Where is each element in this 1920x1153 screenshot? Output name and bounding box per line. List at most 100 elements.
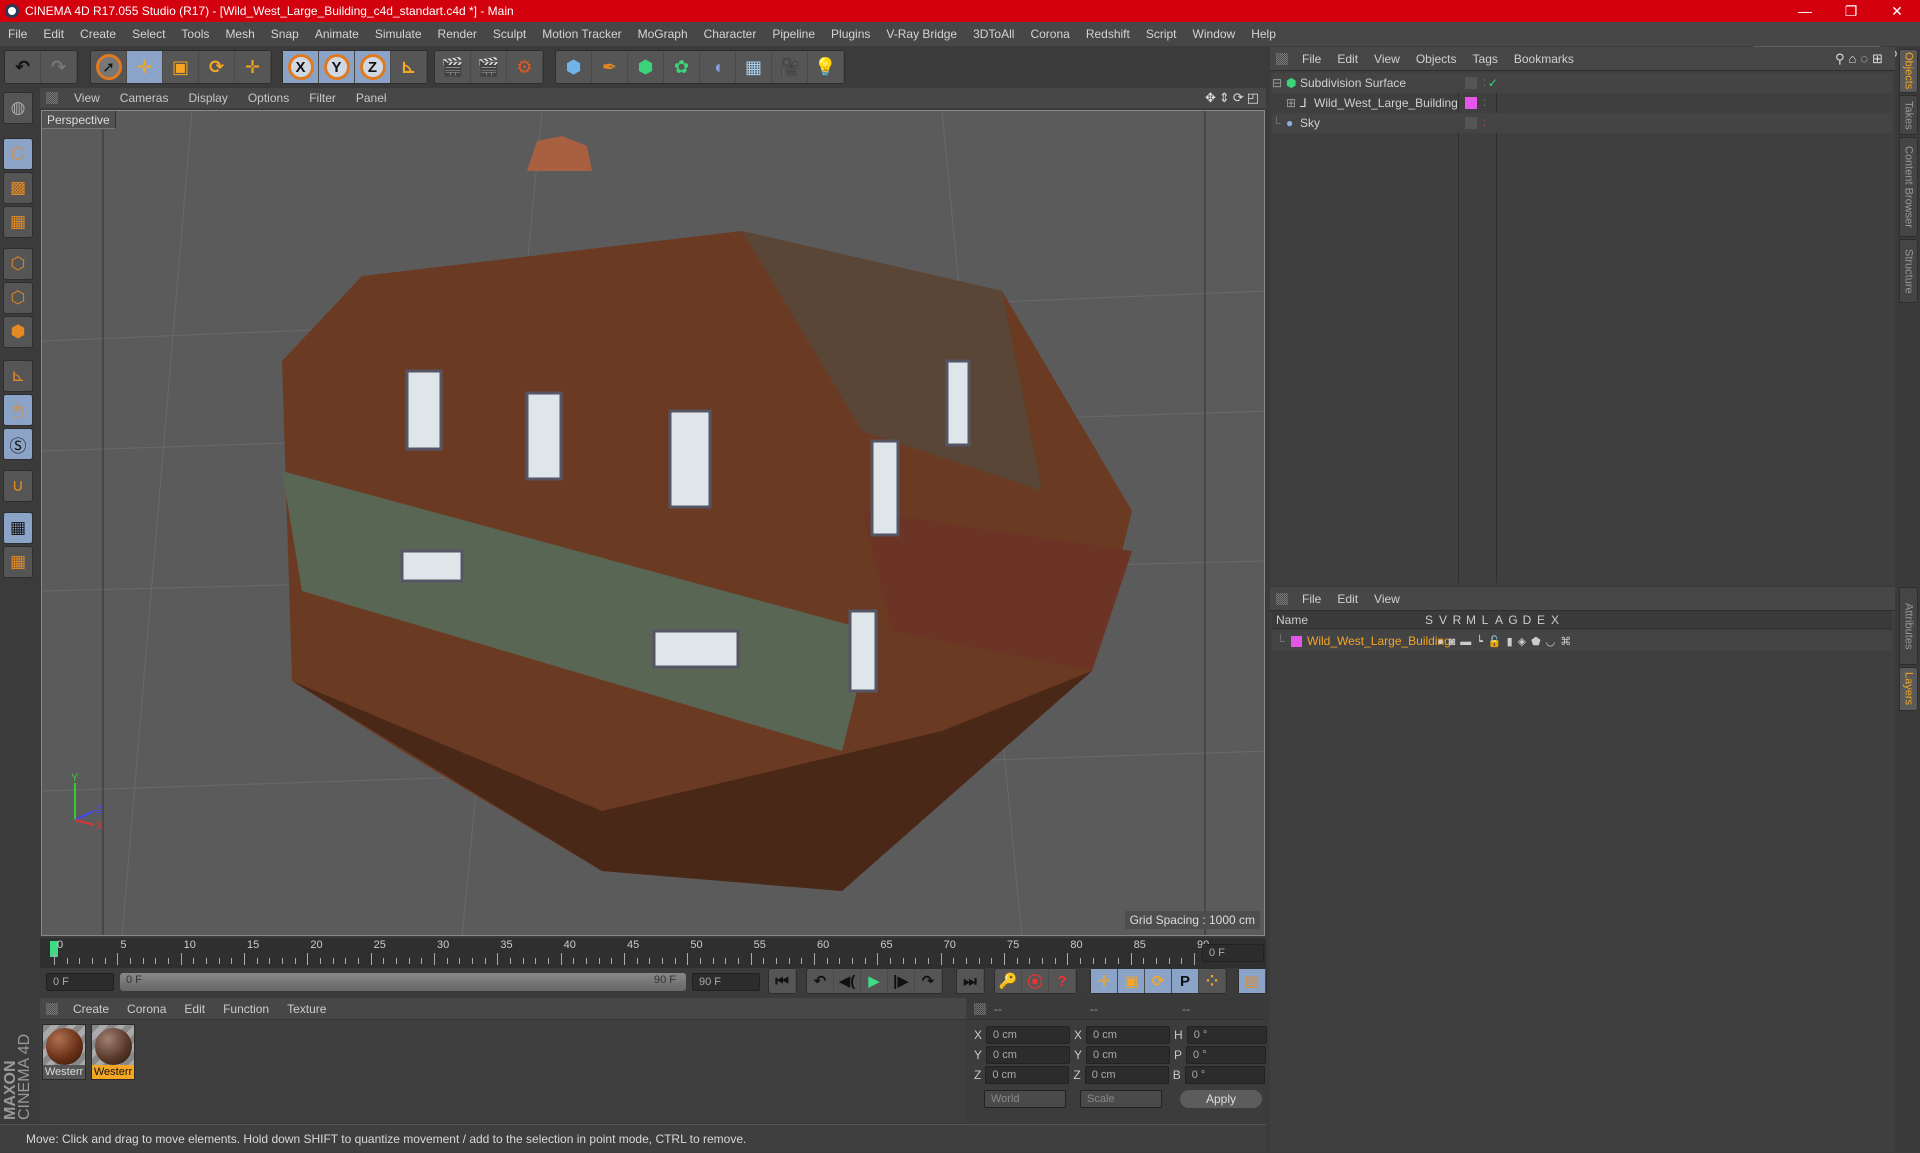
material-menu-corona[interactable]: Corona [118, 1002, 175, 1016]
menu-pipeline[interactable]: Pipeline [764, 27, 823, 41]
pen-spline-icon[interactable]: ✒ [592, 51, 628, 83]
apply-button[interactable]: Apply [1180, 1090, 1262, 1108]
layer-row[interactable]: └ Wild_West_Large_Building ●◙▬┕🔓▮◈⬟◡⌘ [1272, 631, 1892, 651]
viewport-menu-panel[interactable]: Panel [346, 91, 397, 105]
solo-icon[interactable]: Ⓢ [3, 428, 33, 460]
column-expressions[interactable]: E [1534, 613, 1548, 627]
key-rotation-icon[interactable]: ⟳ [1145, 969, 1172, 993]
menu-snap[interactable]: Snap [263, 27, 307, 41]
keyframe-help-icon[interactable]: ? [1049, 969, 1076, 993]
viewport-menu-view[interactable]: View [64, 91, 110, 105]
visibility-dots-icon[interactable]: ⁚ [1483, 78, 1486, 89]
rotation-h-field[interactable]: 0 ° [1186, 1026, 1267, 1044]
menu-corona[interactable]: Corona [1022, 27, 1077, 41]
goto-start-icon[interactable]: ⏮ [769, 969, 796, 993]
column-visible[interactable]: V [1436, 613, 1450, 627]
model-mode-icon[interactable]: ⬡ [3, 138, 33, 170]
viewport-menu-options[interactable]: Options [238, 91, 299, 105]
size-x-field[interactable]: 0 cm [1086, 1026, 1171, 1044]
column-name[interactable]: Name [1272, 613, 1422, 627]
render-view-icon[interactable]: 🎬 [435, 51, 471, 83]
menu-sculpt[interactable]: Sculpt [485, 27, 534, 41]
next-key-icon[interactable]: ↷ [915, 969, 942, 993]
column-solo[interactable]: S [1422, 613, 1436, 627]
menu-redshift[interactable]: Redshift [1078, 27, 1138, 41]
object-menu-tags[interactable]: Tags [1465, 52, 1506, 66]
menu-file[interactable]: File [0, 27, 35, 41]
tab-structure[interactable]: Structure [1899, 239, 1918, 303]
key-parameter-icon[interactable]: P [1172, 969, 1199, 993]
viewport-menu-cameras[interactable]: Cameras [110, 91, 179, 105]
menu-3dtoall[interactable]: 3DToAll [965, 27, 1022, 41]
object-menu-view[interactable]: View [1366, 52, 1408, 66]
render-settings-icon[interactable]: ⚙ [507, 51, 543, 83]
tab-objects[interactable]: Objects [1899, 49, 1918, 93]
viewport-menu-display[interactable]: Display [178, 91, 237, 105]
make-editable-icon[interactable]: ◍ [3, 92, 33, 124]
z-axis-lock-icon[interactable]: Z [355, 51, 391, 83]
menu-create[interactable]: Create [72, 27, 124, 41]
timeline-window-icon[interactable]: ▤ [1239, 969, 1266, 993]
viewport-menu-filter[interactable]: Filter [299, 91, 346, 105]
layer-menu-file[interactable]: File [1294, 592, 1329, 606]
object-manager-tools-icons[interactable]: ⚲⌂◌⊞ [1835, 51, 1887, 67]
position-y-field[interactable]: 0 cm [986, 1046, 1071, 1064]
cloner-icon[interactable]: ✿ [664, 51, 700, 83]
material-menu-create[interactable]: Create [64, 1002, 118, 1016]
lock-workplane-icon[interactable]: ▦ [3, 512, 33, 544]
menu-script[interactable]: Script [1138, 27, 1185, 41]
object-name[interactable]: Wild_West_Large_Building [1314, 96, 1465, 110]
material-menu-function[interactable]: Function [214, 1002, 278, 1016]
key-pla-icon[interactable]: ⁘ [1199, 969, 1226, 993]
material-menu-edit[interactable]: Edit [175, 1002, 214, 1016]
panel-grip[interactable] [46, 92, 58, 104]
layer-toggle-icons[interactable]: ●◙▬┕🔓▮◈⬟◡⌘ [1427, 635, 1576, 648]
y-axis-lock-icon[interactable]: Y [319, 51, 355, 83]
size-mode-dropdown[interactable]: Scale [1080, 1090, 1162, 1108]
prev-key-icon[interactable]: ↶ [807, 969, 834, 993]
light-icon[interactable]: 💡 [808, 51, 844, 83]
minimize-button[interactable]: — [1782, 0, 1828, 22]
timeline-ruler[interactable]: 051015202530354045505560657075808590 0 F [40, 938, 1266, 968]
object-row[interactable]: ⊟ ⬢ Subdivision Surface ⁚ ✓ [1272, 73, 1892, 93]
layer-menu-view[interactable]: View [1366, 592, 1408, 606]
panel-grip[interactable] [1276, 592, 1288, 605]
menu-motion-tracker[interactable]: Motion Tracker [534, 27, 629, 41]
panel-grip[interactable] [974, 1002, 986, 1015]
tab-layers[interactable]: Layers [1899, 667, 1918, 711]
coordinate-system-dropdown[interactable]: World [984, 1090, 1066, 1108]
recent-tool-icon[interactable]: ✛ [235, 51, 271, 83]
position-x-field[interactable]: 0 cm [986, 1026, 1071, 1044]
tweak-mode-icon[interactable]: 🖱 [3, 394, 33, 426]
object-menu-edit[interactable]: Edit [1329, 52, 1366, 66]
select-icon[interactable]: ➚ [91, 51, 127, 83]
column-xref[interactable]: X [1548, 613, 1562, 627]
menu-help[interactable]: Help [1243, 27, 1284, 41]
collapse-icon[interactable]: ⊟ [1272, 76, 1286, 90]
snap-icon[interactable]: ∪ [3, 470, 33, 502]
object-row[interactable]: ⊞ ⅃ Wild_West_Large_Building ⁚ [1272, 93, 1892, 113]
layer-name[interactable]: Wild_West_Large_Building [1307, 634, 1451, 648]
enabled-check-icon[interactable]: ✓ [1488, 76, 1498, 90]
tab-content-browser[interactable]: Content Browser [1899, 137, 1918, 237]
workplane-mode-icon[interactable]: ▦ [3, 206, 33, 238]
close-button[interactable]: ✕ [1874, 0, 1920, 22]
move-icon[interactable]: ✛ [127, 51, 163, 83]
play-icon[interactable]: ▶ [861, 969, 888, 993]
prev-frame-icon[interactable]: ◀( [834, 969, 861, 993]
visibility-dots-icon[interactable]: ⁚ [1483, 118, 1486, 129]
position-z-field[interactable]: 0 cm [985, 1066, 1070, 1084]
object-menu-bookmarks[interactable]: Bookmarks [1506, 52, 1582, 66]
autokey-icon[interactable]: ⦿ [1022, 969, 1049, 993]
menu-character[interactable]: Character [696, 27, 765, 41]
next-frame-icon[interactable]: |▶ [888, 969, 915, 993]
size-z-field[interactable]: 0 cm [1084, 1066, 1169, 1084]
expand-icon[interactable]: ⊞ [1286, 96, 1300, 110]
key-scale-icon[interactable]: ▣ [1118, 969, 1145, 993]
size-y-field[interactable]: 0 cm [1086, 1046, 1171, 1064]
cube-icon[interactable]: ⬢ [556, 51, 592, 83]
column-deformers[interactable]: D [1520, 613, 1534, 627]
floor-icon[interactable]: ▦ [736, 51, 772, 83]
visibility-dots-icon[interactable]: ⁚ [1483, 98, 1486, 109]
maximize-button[interactable]: ❐ [1828, 0, 1874, 22]
